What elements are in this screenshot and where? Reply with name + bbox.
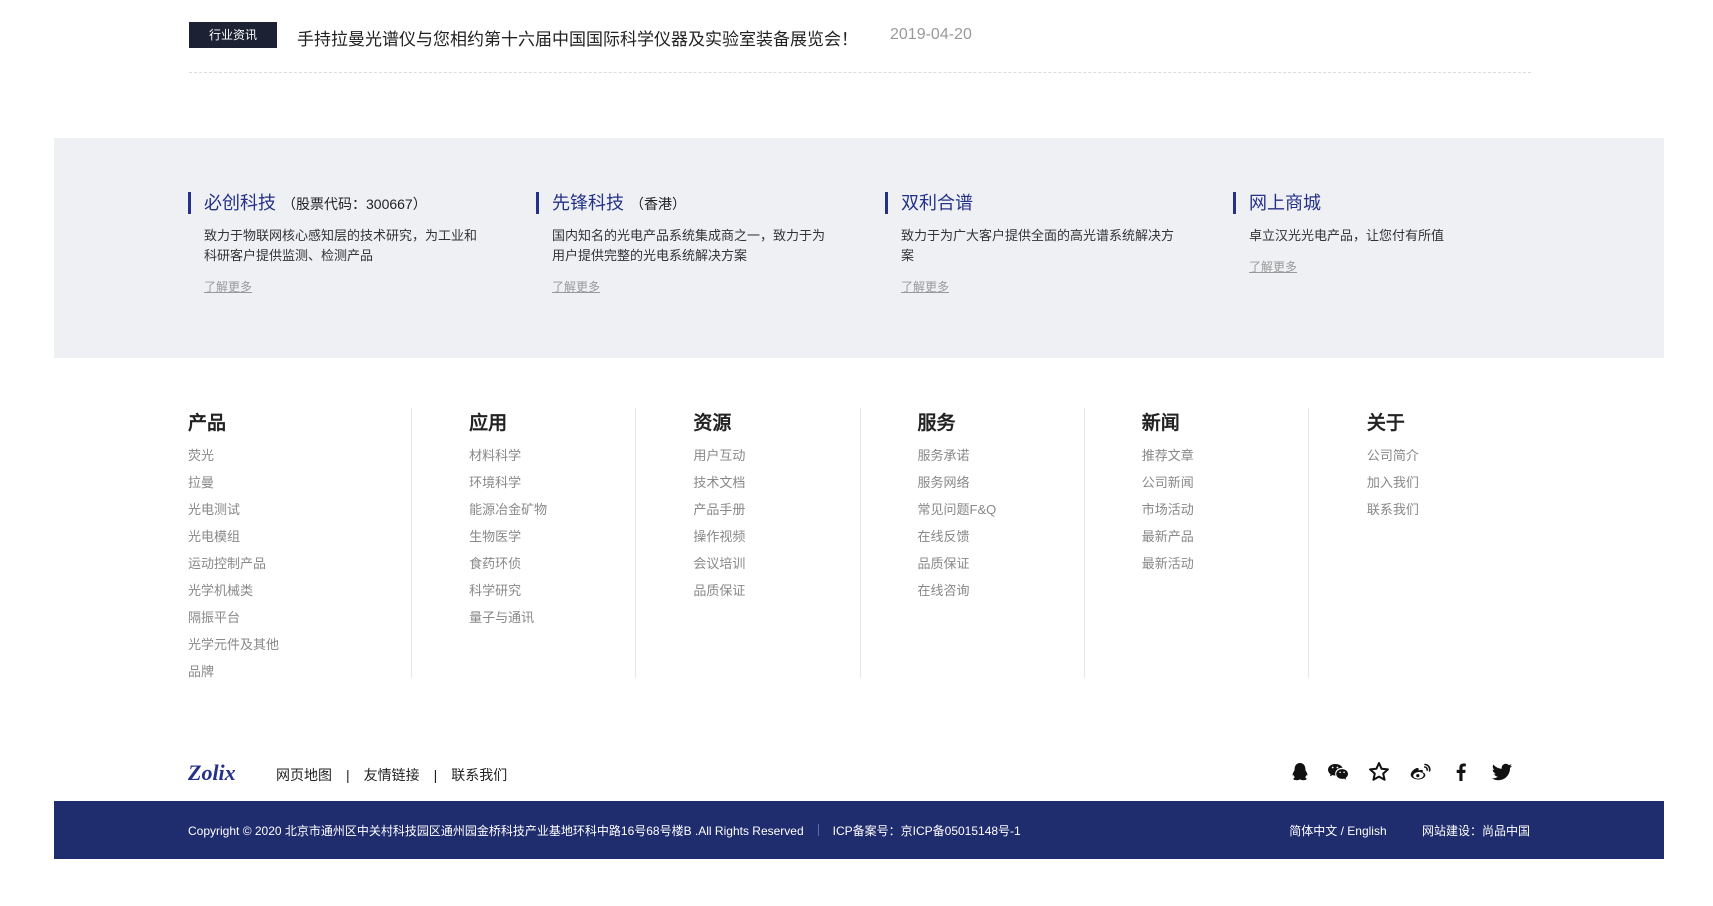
friendly-links-link[interactable]: 友情链接 [364, 765, 420, 785]
link-separator: | [346, 767, 350, 783]
social-icons [1288, 760, 1514, 784]
footer-col-services: 服务 服务承诺 服务网络 常见问题F&Q 在线反馈 品质保证 在线咨询 [859, 408, 1084, 678]
contact-us-link[interactable]: 联系我们 [451, 765, 507, 785]
news-category-tag[interactable]: 行业资讯 [189, 22, 277, 48]
footer-link[interactable]: 科学研究 [469, 577, 635, 604]
footer-link[interactable]: 生物医学 [469, 523, 635, 550]
footer-col-title[interactable]: 服务 [918, 408, 1084, 434]
qq-icon[interactable] [1288, 760, 1312, 784]
company-name[interactable]: 先锋科技 [552, 192, 624, 214]
footer-link[interactable]: 品牌 [188, 658, 411, 685]
weibo-icon[interactable] [1408, 760, 1432, 784]
footer-link[interactable]: 最新活动 [1142, 550, 1308, 577]
footer-link[interactable]: 品质保证 [918, 550, 1084, 577]
company-card-bichuang: 必创科技 （股票代码：300667） 致力于物联网核心感知层的技术研究，为工业和… [188, 192, 488, 296]
footer-link[interactable]: 加入我们 [1367, 469, 1532, 496]
partner-companies-section: 必创科技 （股票代码：300667） 致力于物联网核心感知层的技术研究，为工业和… [54, 138, 1664, 358]
company-description: 国内知名的光电产品系统集成商之一，致力于为用户提供完整的光电系统解决方案 [552, 228, 826, 263]
company-heading: 双利合谱 [885, 192, 1185, 214]
footer-link[interactable]: 品质保证 [693, 577, 859, 604]
footer-col-applications: 应用 材料科学 环境科学 能源冶金矿物 生物医学 食药环侦 科学研究 量子与通讯 [411, 408, 635, 678]
footer-link[interactable]: 环境科学 [469, 469, 635, 496]
divider [817, 824, 819, 836]
company-heading: 必创科技 （股票代码：300667） [188, 192, 488, 214]
footer-link[interactable]: 会议培训 [693, 550, 859, 577]
company-heading: 先锋科技 （香港） [536, 192, 836, 214]
learn-more-link[interactable]: 了解更多 [552, 278, 600, 295]
twitter-icon[interactable] [1490, 760, 1514, 784]
footer-link[interactable]: 拉曼 [188, 469, 411, 496]
footer-links: 网页地图 | 友情链接 | 联系我们 [276, 765, 507, 785]
footer-link[interactable]: 在线咨询 [918, 577, 1084, 604]
company-name[interactable]: 双利合谱 [901, 192, 973, 214]
learn-more-link[interactable]: 了解更多 [1249, 258, 1297, 275]
footer-link[interactable]: 食药环侦 [469, 550, 635, 577]
company-heading: 网上商城 [1233, 192, 1533, 214]
company-subtitle: （股票代码：300667） [282, 196, 427, 212]
footer-link[interactable]: 公司新闻 [1142, 469, 1308, 496]
footer-link[interactable]: 在线反馈 [918, 523, 1084, 550]
footer-link[interactable]: 服务网络 [918, 469, 1084, 496]
zolix-logo[interactable]: Zolix [188, 760, 250, 784]
footer-link[interactable]: 荧光 [188, 442, 411, 469]
footer-link[interactable]: 操作视频 [693, 523, 859, 550]
news-row: 行业资讯 手持拉曼光谱仪与您相约第十六届中国国际科学仪器及实验室装备展览会！ 2… [189, 22, 1531, 73]
footer-link[interactable]: 技术文档 [693, 469, 859, 496]
footer-link[interactable]: 市场活动 [1142, 496, 1308, 523]
company-name[interactable]: 必创科技 [204, 192, 276, 214]
footer-link[interactable]: 隔振平台 [188, 604, 411, 631]
footer-col-about: 关于 公司简介 加入我们 联系我们 [1307, 408, 1532, 678]
news-date: 2019-04-20 [890, 26, 972, 43]
footer-col-resources: 资源 用户互动 技术文档 产品手册 操作视频 会议培训 品质保证 [635, 408, 859, 678]
news-title-link[interactable]: 手持拉曼光谱仪与您相约第十六届中国国际科学仪器及实验室装备展览会！ [297, 25, 858, 50]
footer-col-title[interactable]: 资源 [693, 408, 859, 434]
footer-link[interactable]: 光电测试 [188, 496, 411, 523]
footer-link[interactable]: 运动控制产品 [188, 550, 411, 577]
learn-more-link[interactable]: 了解更多 [204, 278, 252, 295]
footer-link[interactable]: 能源冶金矿物 [469, 496, 635, 523]
company-description: 致力于物联网核心感知层的技术研究，为工业和科研客户提供监测、检测产品 [204, 228, 478, 263]
language-switch[interactable]: 简体中文 / English [1289, 824, 1386, 838]
footer-col-title[interactable]: 新闻 [1142, 408, 1308, 434]
footer-link[interactable]: 推荐文章 [1142, 442, 1308, 469]
learn-more-link[interactable]: 了解更多 [901, 278, 949, 295]
icp-link[interactable]: ICP备案号：京ICP备05015148号-1 [833, 824, 1021, 838]
footer-link[interactable]: 最新产品 [1142, 523, 1308, 550]
footer-link[interactable]: 联系我们 [1367, 496, 1532, 523]
link-separator: | [433, 767, 438, 783]
footer-col-title[interactable]: 应用 [469, 408, 635, 434]
footer-link[interactable]: 公司简介 [1367, 442, 1532, 469]
copyright-info: Copyright © 2020 北京市通州区中关村科技园区通州园金桥科技产业基… [188, 822, 1021, 839]
footer-link[interactable]: 量子与通讯 [469, 604, 635, 631]
company-description: 卓立汉光光电产品，让您付有所值 [1249, 228, 1445, 243]
footer-link[interactable]: 光学元件及其他 [188, 631, 411, 658]
footer-link[interactable]: 常见问题F&Q [918, 496, 1084, 523]
footer-link[interactable]: 产品手册 [693, 496, 859, 523]
site-builder-link[interactable]: 网站建设：尚品中国 [1422, 824, 1530, 838]
company-description: 致力于为广大客户提供全面的高光谱系统解决方案 [901, 228, 1175, 263]
company-subtitle: （香港） [630, 196, 686, 212]
svg-text:Zolix: Zolix [188, 760, 236, 784]
wechat-icon[interactable] [1326, 760, 1350, 784]
footer-link[interactable]: 材料科学 [469, 442, 635, 469]
copyright-text: Copyright © 2020 北京市通州区中关村科技园区通州园金桥科技产业基… [188, 824, 804, 838]
company-name[interactable]: 网上商城 [1249, 192, 1321, 214]
footer-col-news: 新闻 推荐文章 公司新闻 市场活动 最新产品 最新活动 [1083, 408, 1308, 678]
bar-right: 简体中文 / English 网站建设：尚品中国 [1289, 822, 1530, 839]
footer-link[interactable]: 光学机械类 [188, 577, 411, 604]
sitemap-link[interactable]: 网页地图 [276, 765, 332, 785]
footer-link[interactable]: 用户互动 [693, 442, 859, 469]
star-icon[interactable] [1367, 760, 1391, 784]
facebook-icon[interactable] [1449, 760, 1473, 784]
footer-col-products: 产品 荧光 拉曼 光电测试 光电模组 运动控制产品 光学机械类 隔振平台 光学元… [188, 408, 411, 679]
footer-nav: 产品 荧光 拉曼 光电测试 光电模组 运动控制产品 光学机械类 隔振平台 光学元… [188, 408, 1532, 679]
footer-col-title[interactable]: 关于 [1367, 408, 1532, 434]
footer-col-title[interactable]: 产品 [188, 408, 411, 434]
copyright-bar: Copyright © 2020 北京市通州区中关村科技园区通州园金桥科技产业基… [54, 801, 1664, 859]
company-card-xianfeng: 先锋科技 （香港） 国内知名的光电产品系统集成商之一，致力于为用户提供完整的光电… [536, 192, 836, 296]
footer-link[interactable]: 光电模组 [188, 523, 411, 550]
company-card-shuangli: 双利合谱 致力于为广大客户提供全面的高光谱系统解决方案 了解更多 [885, 192, 1185, 296]
company-card-online-store: 网上商城 卓立汉光光电产品，让您付有所值 了解更多 [1233, 192, 1533, 276]
footer-link[interactable]: 服务承诺 [918, 442, 1084, 469]
